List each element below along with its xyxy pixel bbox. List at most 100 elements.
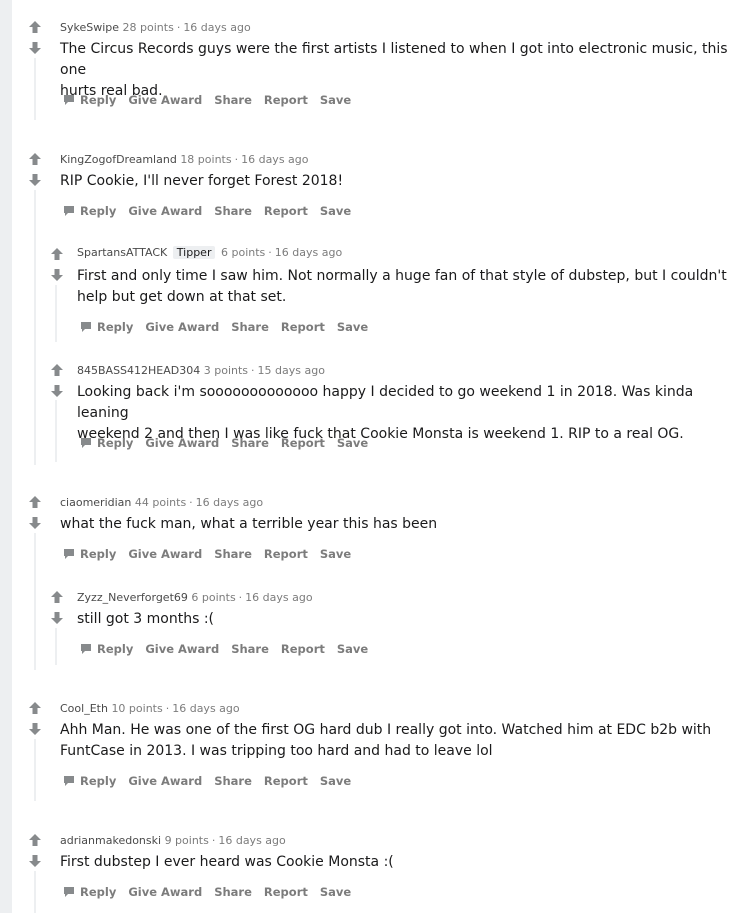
give-award-button[interactable]: Give Award bbox=[128, 774, 202, 788]
reply-button[interactable]: Reply bbox=[80, 642, 133, 656]
upvote-arrow-icon[interactable] bbox=[28, 20, 42, 34]
thread-line[interactable] bbox=[34, 533, 36, 670]
reply-icon bbox=[64, 549, 74, 559]
share-button[interactable]: Share bbox=[214, 774, 252, 788]
body-line: Ahh Man. He was one of the first OG hard… bbox=[60, 722, 712, 738]
save-button[interactable]: Save bbox=[320, 885, 351, 899]
timestamp[interactable]: 16 days ago bbox=[183, 21, 250, 34]
report-button[interactable]: Report bbox=[264, 774, 308, 788]
save-button[interactable]: Save bbox=[320, 547, 351, 561]
share-button[interactable]: Share bbox=[214, 547, 252, 561]
separator: · bbox=[234, 153, 239, 166]
comment-actions: Reply Give Award Share Report Save bbox=[63, 547, 363, 561]
downvote-arrow-icon[interactable] bbox=[50, 611, 64, 625]
comment-meta: adrianmakedonski 9 points · 16 days ago bbox=[60, 834, 286, 847]
separator: · bbox=[176, 21, 181, 34]
upvote-arrow-icon[interactable] bbox=[28, 833, 42, 847]
timestamp[interactable]: 16 days ago bbox=[218, 834, 285, 847]
report-button[interactable]: Report bbox=[264, 885, 308, 899]
share-button[interactable]: Share bbox=[231, 436, 269, 450]
author-link[interactable]: Cool_Eth bbox=[60, 702, 108, 715]
reply-button[interactable]: Reply bbox=[63, 547, 116, 561]
downvote-arrow-icon[interactable] bbox=[50, 268, 64, 282]
thread-line[interactable] bbox=[34, 871, 36, 913]
user-flair: Tipper bbox=[172, 246, 216, 259]
upvote-arrow-icon[interactable] bbox=[50, 590, 64, 604]
downvote-arrow-icon[interactable] bbox=[50, 384, 64, 398]
reply-button[interactable]: Reply bbox=[80, 436, 133, 450]
share-button[interactable]: Share bbox=[231, 642, 269, 656]
share-button[interactable]: Share bbox=[214, 204, 252, 218]
thread-line[interactable] bbox=[55, 400, 57, 462]
author-link[interactable]: adrianmakedonski bbox=[60, 834, 161, 847]
reply-button[interactable]: Reply bbox=[63, 93, 116, 107]
downvote-arrow-icon[interactable] bbox=[28, 722, 42, 736]
downvote-arrow-icon[interactable] bbox=[28, 854, 42, 868]
points: 18 points bbox=[180, 153, 232, 166]
vote-column bbox=[50, 590, 70, 625]
report-button[interactable]: Report bbox=[281, 642, 325, 656]
give-award-button[interactable]: Give Award bbox=[145, 320, 219, 334]
timestamp[interactable]: 16 days ago bbox=[196, 496, 263, 509]
body-line: RIP Cookie, I'll never forget Forest 201… bbox=[60, 173, 344, 189]
timestamp[interactable]: 16 days ago bbox=[275, 246, 342, 259]
save-button[interactable]: Save bbox=[337, 436, 368, 450]
reply-button[interactable]: Reply bbox=[63, 204, 116, 218]
share-button[interactable]: Share bbox=[214, 93, 252, 107]
reply-button[interactable]: Reply bbox=[63, 885, 116, 899]
thread-line[interactable] bbox=[55, 285, 57, 342]
thread-line[interactable] bbox=[34, 58, 36, 120]
comment-actions: Reply Give Award Share Report Save bbox=[80, 436, 380, 450]
vote-column bbox=[28, 495, 48, 530]
author-link[interactable]: Zyzz_Neverforget69 bbox=[77, 591, 188, 604]
upvote-arrow-icon[interactable] bbox=[50, 247, 64, 261]
points: 3 points bbox=[203, 364, 249, 377]
comment-actions: Reply Give Award Share Report Save bbox=[63, 885, 363, 899]
thread-line[interactable] bbox=[34, 190, 36, 465]
report-button[interactable]: Report bbox=[264, 547, 308, 561]
give-award-button[interactable]: Give Award bbox=[128, 204, 202, 218]
give-award-button[interactable]: Give Award bbox=[128, 885, 202, 899]
thread-line[interactable] bbox=[34, 739, 36, 801]
comment-meta: SpartansATTACK Tipper 6 points · 16 days a… bbox=[77, 246, 342, 259]
author-link[interactable]: KingZogofDreamland bbox=[60, 153, 177, 166]
upvote-arrow-icon[interactable] bbox=[28, 495, 42, 509]
author-link[interactable]: ciaomeridian bbox=[60, 496, 131, 509]
author-link[interactable]: SpartansATTACK bbox=[77, 246, 167, 259]
upvote-arrow-icon[interactable] bbox=[50, 363, 64, 377]
upvote-arrow-icon[interactable] bbox=[28, 152, 42, 166]
give-award-button[interactable]: Give Award bbox=[145, 436, 219, 450]
author-link[interactable]: SykeSwipe bbox=[60, 21, 119, 34]
timestamp[interactable]: 16 days ago bbox=[245, 591, 312, 604]
share-button[interactable]: Share bbox=[231, 320, 269, 334]
save-button[interactable]: Save bbox=[320, 774, 351, 788]
timestamp[interactable]: 16 days ago bbox=[241, 153, 308, 166]
comment-actions: Reply Give Award Share Report Save bbox=[63, 93, 363, 107]
downvote-arrow-icon[interactable] bbox=[28, 41, 42, 55]
share-button[interactable]: Share bbox=[214, 885, 252, 899]
report-button[interactable]: Report bbox=[264, 93, 308, 107]
reply-button[interactable]: Reply bbox=[80, 320, 133, 334]
give-award-button[interactable]: Give Award bbox=[145, 642, 219, 656]
give-award-button[interactable]: Give Award bbox=[128, 547, 202, 561]
report-button[interactable]: Report bbox=[281, 436, 325, 450]
give-award-button[interactable]: Give Award bbox=[128, 93, 202, 107]
save-button[interactable]: Save bbox=[320, 93, 351, 107]
author-link[interactable]: 845BASS412HEAD304 bbox=[77, 364, 200, 377]
reply-button[interactable]: Reply bbox=[63, 774, 116, 788]
timestamp[interactable]: 16 days ago bbox=[172, 702, 239, 715]
body-line: still got 3 months :( bbox=[77, 611, 215, 627]
save-button[interactable]: Save bbox=[337, 320, 368, 334]
downvote-arrow-icon[interactable] bbox=[28, 173, 42, 187]
save-button[interactable]: Save bbox=[337, 642, 368, 656]
report-button[interactable]: Report bbox=[281, 320, 325, 334]
points: 6 points bbox=[191, 591, 236, 604]
save-button[interactable]: Save bbox=[320, 204, 351, 218]
thread-line[interactable] bbox=[55, 628, 57, 665]
separator: · bbox=[165, 702, 170, 715]
comment-body: Ahh Man. He was one of the first OG hard… bbox=[60, 720, 740, 762]
upvote-arrow-icon[interactable] bbox=[28, 701, 42, 715]
timestamp[interactable]: 15 days ago bbox=[258, 364, 325, 377]
report-button[interactable]: Report bbox=[264, 204, 308, 218]
downvote-arrow-icon[interactable] bbox=[28, 516, 42, 530]
